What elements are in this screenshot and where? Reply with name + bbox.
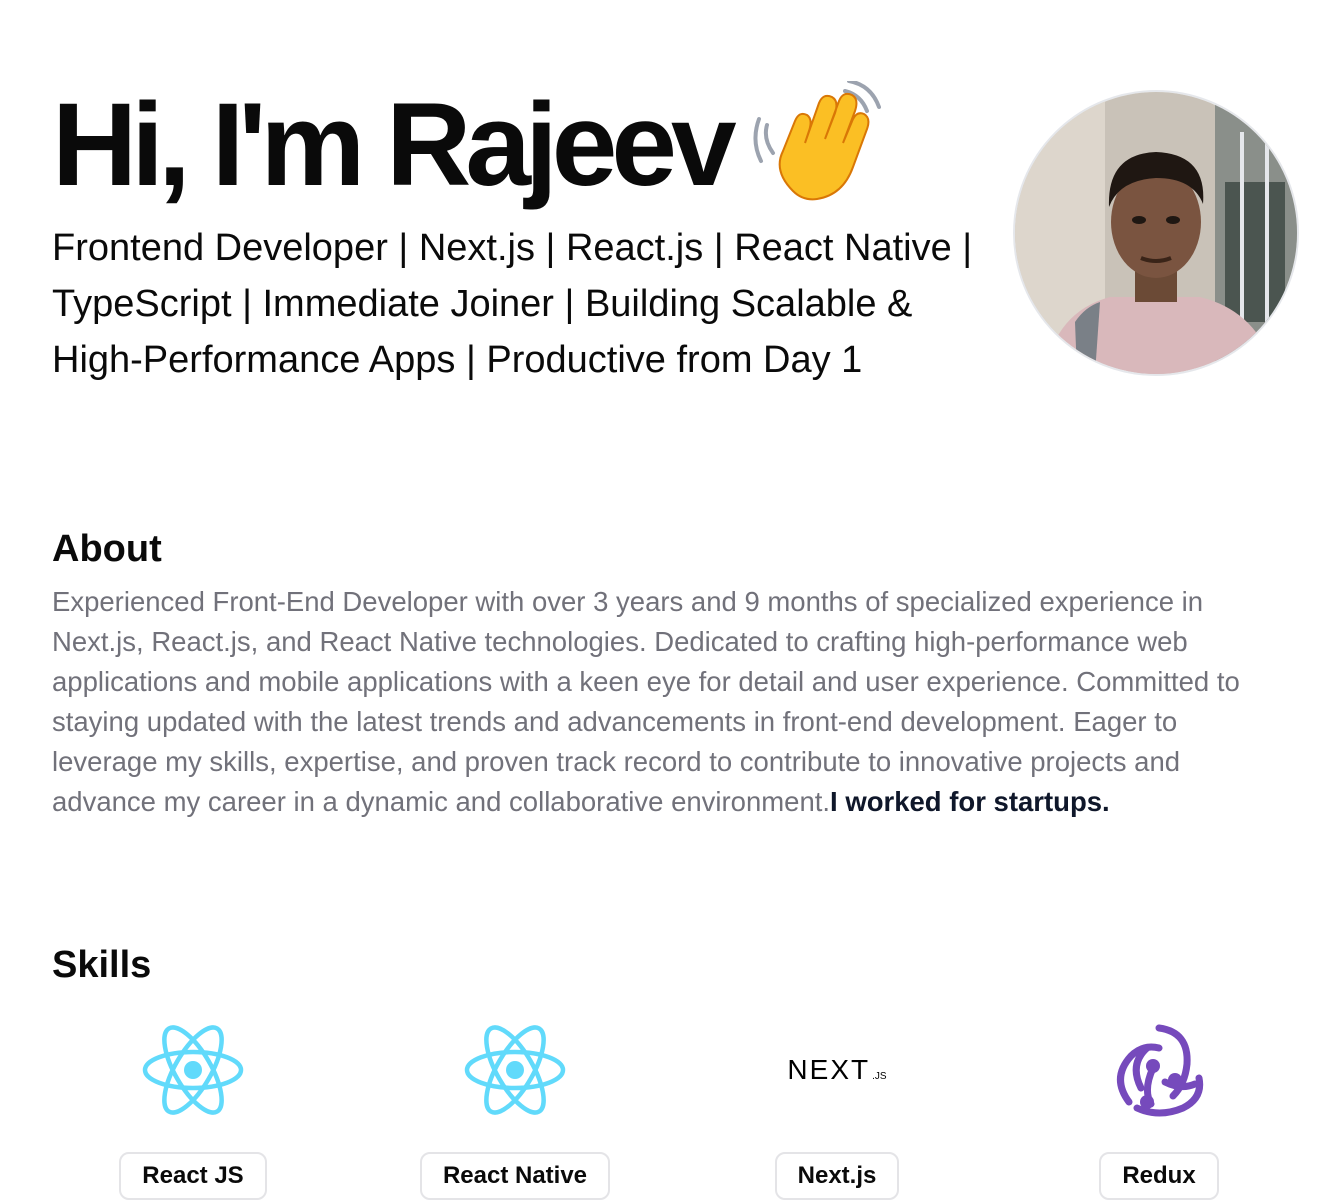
react-icon <box>138 1015 248 1125</box>
hero-subtitle: Frontend Developer | Next.js | React.js … <box>52 227 973 381</box>
nextjs-logo-text: NEXT <box>787 1054 871 1085</box>
skill-badge-react-js: React JS <box>119 1152 267 1200</box>
profile-avatar <box>1013 90 1299 376</box>
waving-hand-icon <box>753 81 881 201</box>
skill-badge-react-native: React Native <box>419 1152 611 1200</box>
skills-grid: React JS React Native NEXT .JS Next.js R… <box>32 1015 1320 1200</box>
skills-heading: Skills <box>52 944 152 986</box>
about-highlight: I worked for startups. <box>830 786 1110 817</box>
skill-nextjs: NEXT .JS Next.js <box>676 1015 998 1200</box>
skill-redux: Redux <box>998 1015 1320 1200</box>
profile-photo <box>1015 92 1297 374</box>
about-description: Experienced Front-End Developer with ove… <box>52 586 1240 817</box>
skill-react-js: React JS <box>32 1015 354 1200</box>
about-heading: About <box>52 528 162 570</box>
nextjs-logo-suffix: .JS <box>872 1071 887 1082</box>
skill-react-native: React Native <box>354 1015 676 1200</box>
hero-title-text: Hi, I'm Rajeev <box>52 79 737 211</box>
nextjs-icon: NEXT .JS <box>782 1015 892 1125</box>
redux-icon <box>1104 1015 1214 1125</box>
about-text: Experienced Front-End Developer with ove… <box>52 582 1288 822</box>
skill-badge-redux: Redux <box>1099 1152 1219 1200</box>
hero-section: Hi, I'm Rajeev Frontend Developer | Next… <box>52 78 992 388</box>
hero-title: Hi, I'm Rajeev <box>52 78 992 212</box>
skill-badge-nextjs: Next.js <box>774 1152 900 1200</box>
react-icon <box>460 1015 570 1125</box>
